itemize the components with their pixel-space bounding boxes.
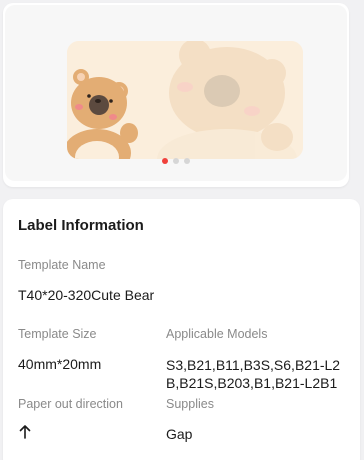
supplies-value: Gap xyxy=(166,426,193,442)
template-size-label: Template Size xyxy=(18,327,97,341)
template-size-value: 40mm*20mm xyxy=(18,356,102,372)
carousel-dot-2[interactable] xyxy=(173,158,179,164)
applicable-models-value: S3,B21,B11,B3S,S6,B21-L2B,B21S,B203,B1,B… xyxy=(166,357,341,391)
carousel-dot-1[interactable] xyxy=(162,158,168,164)
applicable-models-label: Applicable Models xyxy=(166,327,268,341)
label-preview-card xyxy=(3,3,349,187)
bear-illustration xyxy=(67,41,303,159)
label-detail-page: Label Information Template Name T40*20-3… xyxy=(0,0,364,460)
carousel-dot-3[interactable] xyxy=(184,158,190,164)
label-preview-image[interactable] xyxy=(67,41,303,159)
paper-out-direction-label: Paper out direction xyxy=(18,397,123,411)
arrow-up-icon xyxy=(19,425,31,439)
label-information-title: Label Information xyxy=(18,217,144,234)
template-name-label: Template Name xyxy=(18,258,106,272)
carousel-pagination xyxy=(3,158,349,168)
preview-area xyxy=(5,5,347,181)
supplies-label: Supplies xyxy=(166,397,214,411)
label-information-card: Label Information Template Name T40*20-3… xyxy=(3,199,360,460)
template-name-value: T40*20-320Cute Bear xyxy=(18,287,155,303)
